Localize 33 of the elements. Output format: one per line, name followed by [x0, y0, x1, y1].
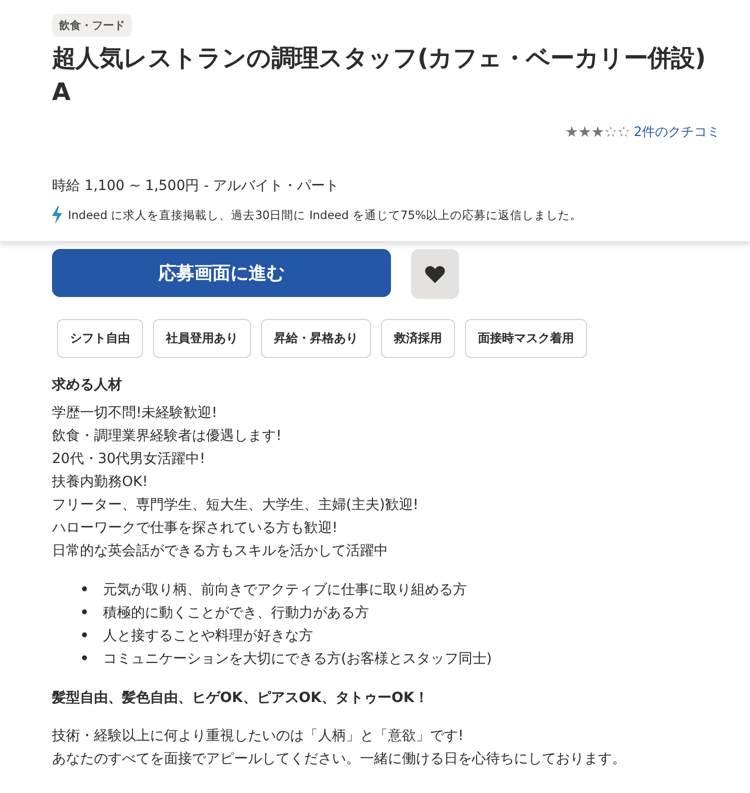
- requirement-item: 元気が取り柄、前向きでアクティブに仕事に取り組める方: [102, 581, 467, 600]
- bullet-marker: •: [80, 627, 89, 646]
- requirement-item: 積極的に動くことができ、行動力がある方: [102, 604, 369, 623]
- highlight-text: 髪型自由、髪色自由、ヒゲOK、ピアスOK、タトゥーOK！: [52, 689, 430, 707]
- heart-icon: [424, 264, 446, 284]
- bullet-marker: •: [80, 650, 89, 669]
- benefit-tag: 面接時マスク着用: [465, 319, 587, 358]
- description-line: 学歴一切不問!未経験歓迎!: [52, 404, 218, 423]
- description-line: 20代・30代男女活躍中!: [52, 450, 206, 469]
- bullet-marker: •: [80, 581, 89, 600]
- lightning-icon: [50, 205, 64, 225]
- description-line: 扶養内勤務OK!: [52, 473, 149, 492]
- reviews-link[interactable]: 2件のクチコミ: [634, 123, 720, 141]
- description-line: ハローワークで仕事を探されている方も歓迎!: [52, 519, 339, 538]
- benefit-tag: 昇給・昇格あり: [261, 319, 371, 358]
- responsive-note: Indeed に求人を直接掲載し、過去30日間に Indeed を通じて75%以上の応募に返信しました。: [68, 208, 582, 222]
- salary-text: 時給 1,100 ~ 1,500円 - アルバイト・パート: [52, 177, 340, 195]
- description-line: 日常的な英会話ができる方もスキルを活かして活躍中: [52, 542, 389, 561]
- bullet-marker: •: [80, 604, 89, 623]
- requirement-item: コミュニケーションを大切にできる方(お客様とスタッフ同士): [102, 650, 492, 669]
- benefit-tag: 救済採用: [381, 319, 455, 358]
- benefit-tag: 社員登用あり: [153, 319, 251, 358]
- closing-line: あなたのすべてを面接でアピールしてください。一緒に働ける日を心待ちにしております。: [52, 750, 627, 769]
- save-job-button[interactable]: [411, 249, 459, 299]
- section-heading: 求める人材: [52, 376, 123, 394]
- requirement-item: 人と接することや料理が好きな方: [102, 627, 313, 646]
- benefit-tag: シフト自由: [57, 319, 143, 358]
- category-tag: 飲食・フード: [52, 14, 132, 37]
- description-line: フリーター、専門学生、短大生、大学生、主婦(主夫)歓迎!: [52, 496, 420, 515]
- job-title: 超人気レストランの調理スタッフ(カフェ・ベーカリー併設) A: [52, 43, 707, 108]
- description-line: 飲食・調理業界経験者は優遇します!: [52, 427, 283, 446]
- closing-line: 技術・経験以上に何より重視したいのは「人柄」と「意欲」です!: [52, 727, 465, 746]
- apply-button[interactable]: 応募画面に進む: [52, 249, 391, 297]
